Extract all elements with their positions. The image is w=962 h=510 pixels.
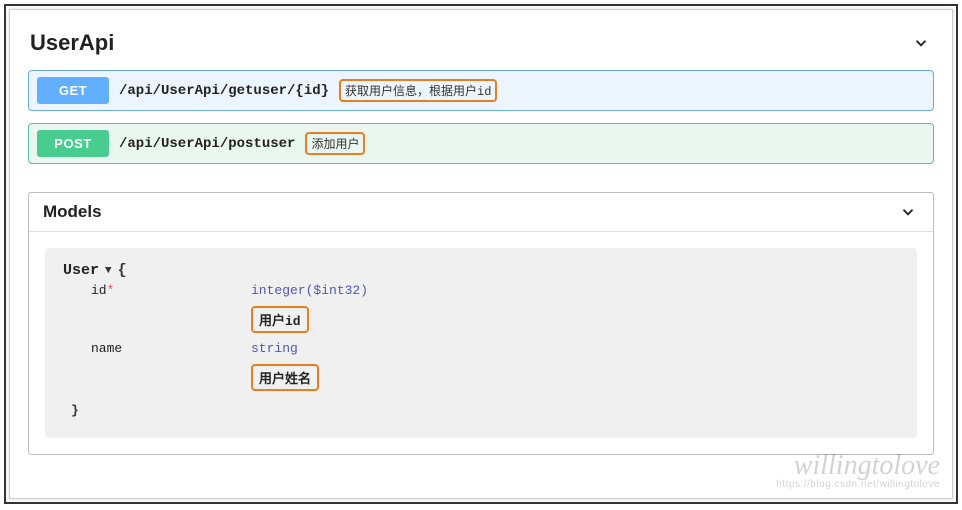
models-panel: Models User ▼ { id* intege [28,192,934,455]
models-header[interactable]: Models [29,193,933,232]
brace-open: { [118,262,127,279]
api-group-title: UserApi [30,30,114,56]
model-property-row: name string [63,341,899,356]
chevron-down-icon [897,201,919,223]
property-description-row: 用户姓名 [63,364,899,391]
property-description-row: 用户id [63,306,899,333]
chevron-down-icon [910,32,932,54]
model-schema-box: User ▼ { id* integer($int32) 用户id [45,248,917,438]
endpoint-row-post[interactable]: POST /api/UserApi/postuser 添加用户 [28,123,934,164]
watermark: willingtolove https://blog.csdn.net/will… [776,452,940,490]
property-name: name [91,341,251,356]
models-body: User ▼ { id* integer($int32) 用户id [29,232,933,454]
required-star-icon: * [107,283,115,298]
endpoint-path: /api/UserApi/getuser/{id} [119,83,329,99]
endpoint-summary: 添加用户 [305,132,365,155]
property-name: id* [91,283,251,298]
models-title: Models [43,202,102,222]
brace-close: } [63,403,899,418]
method-badge-get: GET [37,77,109,104]
model-property-row: id* integer($int32) [63,283,899,298]
method-badge-post: POST [37,130,109,157]
model-name-row[interactable]: User ▼ { [63,262,899,279]
property-type: integer($int32) [251,283,368,298]
caret-down-icon: ▼ [105,265,112,277]
endpoint-summary: 获取用户信息，根据用户id [339,79,497,102]
model-name: User [63,262,99,279]
api-group-header[interactable]: UserApi [28,24,934,70]
endpoint-row-get[interactable]: GET /api/UserApi/getuser/{id} 获取用户信息，根据用… [28,70,934,111]
property-description: 用户id [251,306,309,333]
property-type: string [251,341,298,356]
property-description: 用户姓名 [251,364,319,391]
endpoint-path: /api/UserApi/postuser [119,136,295,152]
